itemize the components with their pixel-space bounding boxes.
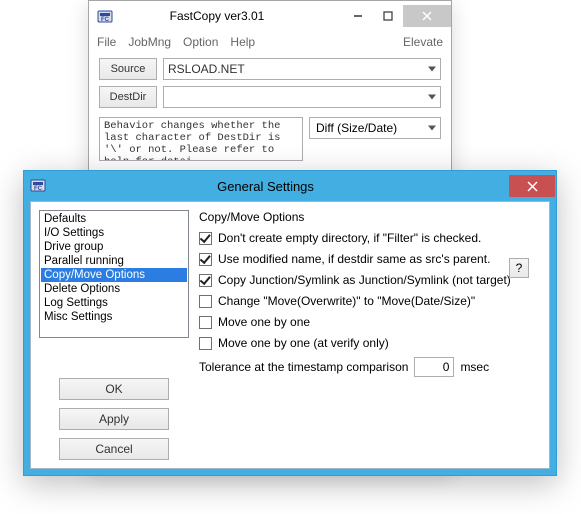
fastcopy-app-icon: FC [97,8,113,24]
dialog-title: General Settings [46,179,509,194]
source-button[interactable]: Source [99,58,157,80]
options-group-title: Copy/Move Options [199,210,541,224]
list-item[interactable]: Parallel running [41,254,187,268]
checkbox-icon [199,316,212,329]
diff-mode-value: Diff (Size/Date) [316,121,397,135]
check-label: Use modified name, if destdir same as sr… [218,252,490,266]
behavior-text: Behavior changes whether the last charac… [99,117,303,161]
checkbox-icon [199,295,212,308]
list-item[interactable]: Defaults [41,212,187,226]
chevron-down-icon [428,126,436,131]
list-item[interactable]: Copy/Move Options [41,268,187,282]
list-item[interactable]: Log Settings [41,296,187,310]
maximize-button[interactable] [373,5,403,27]
check-modified-name[interactable]: Use modified name, if destdir same as sr… [199,252,541,266]
destdir-combo[interactable] [163,86,441,108]
check-label: Change "Move(Overwrite)" to "Move(Date/S… [218,294,475,308]
menu-option[interactable]: Option [183,35,218,49]
dialog-right-column: Copy/Move Options Don't create empty dir… [199,210,541,460]
list-item[interactable]: Delete Options [41,282,187,296]
settings-category-list[interactable]: DefaultsI/O SettingsDrive groupParallel … [39,210,189,338]
destdir-button[interactable]: DestDir [99,86,157,108]
checkbox-icon [199,253,212,266]
check-move-one-by-one-verify[interactable]: Move one by one (at verify only) [199,336,541,350]
source-combo[interactable]: RSLOAD.NET [163,58,441,80]
chevron-down-icon [428,67,436,72]
list-item[interactable]: Drive group [41,240,187,254]
ok-button[interactable]: OK [59,378,169,400]
list-item[interactable]: I/O Settings [41,226,187,240]
dialog-left-column: DefaultsI/O SettingsDrive groupParallel … [39,210,189,460]
diff-mode-combo[interactable]: Diff (Size/Date) [309,117,441,139]
apply-button[interactable]: Apply [59,408,169,430]
menu-file[interactable]: File [97,35,116,49]
checkbox-icon [199,337,212,350]
tolerance-unit: msec [460,360,489,374]
check-copy-junction[interactable]: Copy Junction/Symlink as Junction/Symlin… [199,273,541,287]
svg-text:FC: FC [34,186,43,192]
main-menubar: File JobMng Option Help Elevate [89,31,451,55]
menu-elevate[interactable]: Elevate [403,35,443,49]
menu-jobmng[interactable]: JobMng [128,35,171,49]
dialog-titlebar: FC General Settings [24,171,556,201]
check-label: Move one by one [218,315,310,329]
checkbox-icon [199,232,212,245]
tolerance-input[interactable] [414,357,454,377]
source-row: Source RSLOAD.NET [89,55,451,83]
check-move-one-by-one[interactable]: Move one by one [199,315,541,329]
tolerance-label: Tolerance at the timestamp comparison [199,360,408,374]
list-item[interactable]: Misc Settings [41,310,187,324]
checkbox-icon [199,274,212,287]
fastcopy-app-icon: FC [30,177,46,196]
check-label: Don't create empty directory, if "Filter… [218,231,481,245]
svg-text:FC: FC [101,17,110,23]
minimize-button[interactable] [343,5,373,27]
check-no-empty-dir[interactable]: Don't create empty directory, if "Filter… [199,231,541,245]
close-button[interactable] [403,5,451,27]
main-title: FastCopy ver3.01 [121,9,343,23]
chevron-down-icon [428,95,436,100]
tolerance-row: Tolerance at the timestamp comparison ms… [199,357,541,377]
check-label: Copy Junction/Symlink as Junction/Symlin… [218,273,511,287]
dialog-close-button[interactable] [509,175,555,197]
menu-help[interactable]: Help [230,35,255,49]
behavior-row: Behavior changes whether the last charac… [89,111,451,161]
help-button[interactable]: ? [509,258,529,278]
main-sysbuttons [343,5,451,27]
general-settings-dialog: FC General Settings ? DefaultsI/O Settin… [23,170,557,476]
cancel-button[interactable]: Cancel [59,438,169,460]
check-change-move-mode[interactable]: Change "Move(Overwrite)" to "Move(Date/S… [199,294,541,308]
source-value: RSLOAD.NET [168,62,245,76]
destdir-row: DestDir [89,83,451,111]
check-label: Move one by one (at verify only) [218,336,389,350]
main-titlebar: FC FastCopy ver3.01 [89,1,451,31]
